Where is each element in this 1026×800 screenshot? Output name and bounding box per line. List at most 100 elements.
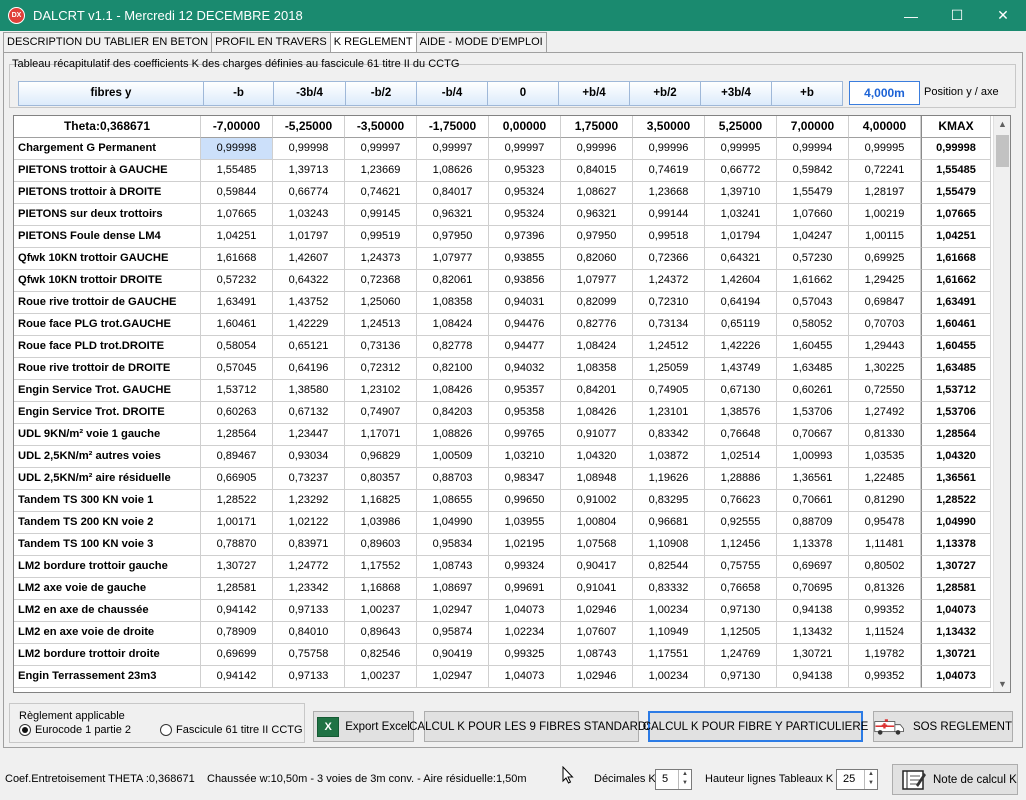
table-row[interactable]: LM2 bordure trottoir gauche 1,30727 1,2477… bbox=[14, 556, 991, 578]
table-cell[interactable]: 1,16825 bbox=[345, 490, 417, 512]
kmax-cell[interactable]: 1,04073 bbox=[921, 666, 991, 688]
table-cell[interactable]: 1,25060 bbox=[345, 292, 417, 314]
table-cell[interactable]: 1,60455 bbox=[777, 336, 849, 358]
tab-description-tablier[interactable]: DESCRIPTION DU TABLIER EN BETON bbox=[3, 32, 213, 52]
table-cell[interactable]: 0,93855 bbox=[489, 248, 561, 270]
table-cell[interactable]: 0,72550 bbox=[849, 380, 921, 402]
table-cell[interactable]: 0,82100 bbox=[417, 358, 489, 380]
table-row[interactable]: Engin Service Trot. DROITE 0,60263 0,67132… bbox=[14, 402, 991, 424]
table-row[interactable]: Chargement G Permanent 0,99998 0,99998 0,99… bbox=[14, 138, 991, 160]
table-cell[interactable]: 0,97950 bbox=[417, 226, 489, 248]
table-cell[interactable]: 0,57232 bbox=[201, 270, 273, 292]
table-row[interactable]: UDL 2,5KN/m² aire résiduelle 0,66905 0,732… bbox=[14, 468, 991, 490]
table-row[interactable]: LM2 en axe de chaussée 0,94142 0,97133 1,00… bbox=[14, 600, 991, 622]
kmax-cell[interactable]: 1,61668 bbox=[921, 248, 991, 270]
table-cell[interactable]: 1,10949 bbox=[633, 622, 705, 644]
spin-down-icon[interactable]: ▼ bbox=[679, 779, 691, 788]
table-cell[interactable]: 1,04990 bbox=[417, 512, 489, 534]
scroll-up-icon[interactable]: ▲ bbox=[994, 116, 1011, 132]
table-cell[interactable]: 0,76658 bbox=[705, 578, 777, 600]
column-header[interactable]: KMAX bbox=[921, 116, 991, 138]
table-cell[interactable]: 1,08626 bbox=[417, 160, 489, 182]
table-cell[interactable]: 1,04247 bbox=[777, 226, 849, 248]
kmax-cell[interactable]: 1,30727 bbox=[921, 556, 991, 578]
hauteur-spinner[interactable]: 25 ▲ ▼ bbox=[836, 769, 878, 790]
table-cell[interactable]: 0,94031 bbox=[489, 292, 561, 314]
table-cell[interactable]: 1,00804 bbox=[561, 512, 633, 534]
row-label[interactable]: Tandem TS 100 KN voie 3 bbox=[14, 534, 201, 556]
column-header[interactable]: 0,00000 bbox=[489, 116, 561, 138]
table-cell[interactable]: 1,03986 bbox=[345, 512, 417, 534]
table-cell[interactable]: 0,99518 bbox=[633, 226, 705, 248]
table-cell[interactable]: 0,58052 bbox=[777, 314, 849, 336]
table-row[interactable]: PIETONS sur deux trottoirs 1,07665 1,03243… bbox=[14, 204, 991, 226]
table-cell[interactable]: 0,80502 bbox=[849, 556, 921, 578]
minimize-button[interactable]: — bbox=[888, 0, 934, 31]
table-cell[interactable]: 0,65121 bbox=[273, 336, 345, 358]
table-cell[interactable]: 0,83295 bbox=[633, 490, 705, 512]
row-label[interactable]: Chargement G Permanent bbox=[14, 138, 201, 160]
table-cell[interactable]: 1,07977 bbox=[417, 248, 489, 270]
table-cell[interactable]: 0,82060 bbox=[561, 248, 633, 270]
column-header[interactable]: -1,75000 bbox=[417, 116, 489, 138]
table-cell[interactable]: 0,74907 bbox=[345, 402, 417, 424]
row-label[interactable]: Engin Service Trot. DROITE bbox=[14, 402, 201, 424]
kmax-cell[interactable]: 1,13378 bbox=[921, 534, 991, 556]
table-cell[interactable]: 0,74621 bbox=[345, 182, 417, 204]
table-cell[interactable]: 1,55485 bbox=[201, 160, 273, 182]
table-cell[interactable]: 0,93034 bbox=[273, 446, 345, 468]
table-row[interactable]: UDL 9KN/m² voie 1 gauche 1,28564 1,23447 1,… bbox=[14, 424, 991, 446]
table-cell[interactable]: 0,90419 bbox=[417, 644, 489, 666]
radio-eurocode[interactable]: Eurocode 1 partie 2 bbox=[19, 724, 131, 736]
tab-aide[interactable]: AIDE - MODE D'EMPLOI bbox=[415, 32, 547, 52]
table-cell[interactable]: 0,66772 bbox=[705, 160, 777, 182]
table-cell[interactable]: 1,60461 bbox=[201, 314, 273, 336]
table-cell[interactable]: 0,67130 bbox=[705, 380, 777, 402]
table-row[interactable]: Qfwk 10KN trottoir DROITE 0,57232 0,64322 0… bbox=[14, 270, 991, 292]
table-cell[interactable]: 0,99765 bbox=[489, 424, 561, 446]
calcul-9-fibres-button[interactable]: CALCUL K POUR LES 9 FIBRES STANDARDS bbox=[409, 711, 654, 742]
table-cell[interactable]: 0,99998 bbox=[201, 138, 273, 160]
table-cell[interactable]: 0,81290 bbox=[849, 490, 921, 512]
kmax-cell[interactable]: 1,61662 bbox=[921, 270, 991, 292]
table-cell[interactable]: 1,53706 bbox=[777, 402, 849, 424]
row-label[interactable]: Tandem TS 300 KN voie 1 bbox=[14, 490, 201, 512]
table-cell[interactable]: 1,24373 bbox=[345, 248, 417, 270]
table-cell[interactable]: 0,97130 bbox=[705, 600, 777, 622]
kmax-cell[interactable]: 1,04251 bbox=[921, 226, 991, 248]
tab-k-reglement[interactable]: K REGLEMENT bbox=[329, 32, 417, 53]
table-cell[interactable]: 0,83332 bbox=[633, 578, 705, 600]
table-cell[interactable]: 1,00171 bbox=[201, 512, 273, 534]
kmax-cell[interactable]: 1,36561 bbox=[921, 468, 991, 490]
row-label[interactable]: Engin Terrassement 23m3 bbox=[14, 666, 201, 688]
table-cell[interactable]: 1,42229 bbox=[273, 314, 345, 336]
table-cell[interactable]: 1,00115 bbox=[849, 226, 921, 248]
note-de-calcul-button[interactable]: Note de calcul K bbox=[892, 764, 1018, 795]
table-cell[interactable]: 1,02195 bbox=[489, 534, 561, 556]
table-cell[interactable]: 0,88703 bbox=[417, 468, 489, 490]
table-cell[interactable]: 0,60261 bbox=[777, 380, 849, 402]
kmax-cell[interactable]: 1,28564 bbox=[921, 424, 991, 446]
table-cell[interactable]: 1,00993 bbox=[777, 446, 849, 468]
table-cell[interactable]: 0,91041 bbox=[561, 578, 633, 600]
table-cell[interactable]: 0,98347 bbox=[489, 468, 561, 490]
table-cell[interactable]: 0,97396 bbox=[489, 226, 561, 248]
table-cell[interactable]: 0,78870 bbox=[201, 534, 273, 556]
column-header[interactable]: -3,50000 bbox=[345, 116, 417, 138]
table-cell[interactable]: 0,70667 bbox=[777, 424, 849, 446]
kmax-cell[interactable]: 1,30721 bbox=[921, 644, 991, 666]
kmax-cell[interactable]: 1,28522 bbox=[921, 490, 991, 512]
column-header[interactable]: -5,25000 bbox=[273, 116, 345, 138]
column-header[interactable]: -7,00000 bbox=[201, 116, 273, 138]
table-cell[interactable]: 1,19782 bbox=[849, 644, 921, 666]
table-cell[interactable]: 0,74619 bbox=[633, 160, 705, 182]
table-cell[interactable]: 1,13378 bbox=[777, 534, 849, 556]
table-cell[interactable]: 1,28886 bbox=[705, 468, 777, 490]
table-row[interactable]: Engin Terrassement 23m3 0,94142 0,97133 1,0… bbox=[14, 666, 991, 688]
table-cell[interactable]: 1,01794 bbox=[705, 226, 777, 248]
table-row[interactable]: UDL 2,5KN/m² autres voies 0,89467 0,93034 0… bbox=[14, 446, 991, 468]
table-cell[interactable]: 1,10908 bbox=[633, 534, 705, 556]
table-cell[interactable]: 0,94142 bbox=[201, 600, 273, 622]
table-cell[interactable]: 0,99324 bbox=[489, 556, 561, 578]
table-cell[interactable]: 0,76648 bbox=[705, 424, 777, 446]
